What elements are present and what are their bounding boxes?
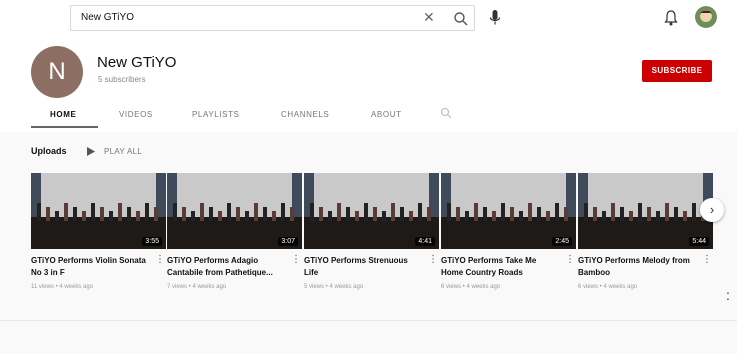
video-meta: 6 views • 4 weeks ago <box>578 284 638 290</box>
play-all-button[interactable]: PLAY ALL <box>104 147 142 156</box>
video-duration: 4:41 <box>415 237 435 246</box>
kebab-icon[interactable]: ⋮ <box>702 255 712 265</box>
video-thumbnail[interactable]: 2:45 <box>441 173 576 249</box>
subscriber-count: 5 subscribers <box>98 75 146 84</box>
video-title[interactable]: GTiYO Performs Melody from Bamboo <box>578 255 696 279</box>
tab-about[interactable]: ABOUT <box>371 110 402 119</box>
edge-glyph: : <box>726 287 730 303</box>
video-meta: 6 views • 4 weeks ago <box>441 284 501 290</box>
video-duration: 5:44 <box>689 237 709 246</box>
search-input[interactable]: New GTiYO ✕ <box>70 5 475 31</box>
avatar-image <box>695 6 717 28</box>
bell-icon[interactable] <box>663 9 679 27</box>
video-thumbnail[interactable]: 4:41 <box>304 173 439 249</box>
channel-name: New GTiYO <box>97 54 177 71</box>
kebab-icon[interactable]: ⋮ <box>565 255 575 265</box>
video-meta: 11 views • 4 weeks ago <box>31 284 94 290</box>
tab-playlists[interactable]: PLAYLISTS <box>192 110 240 119</box>
channel-header: N New GTiYO 5 subscribers SUBSCRIBE HOME… <box>0 36 737 132</box>
account-avatar[interactable] <box>695 6 717 28</box>
search-query: New GTiYO <box>81 12 134 23</box>
video-title[interactable]: GTiYO Performs Violin Sonata No 3 in F <box>31 255 149 279</box>
tab-channels[interactable]: CHANNELS <box>281 110 329 119</box>
video-meta: 5 views • 4 weeks ago <box>304 284 364 290</box>
video-thumbnail[interactable]: 5:44 <box>578 173 713 249</box>
close-icon[interactable]: ✕ <box>423 9 435 26</box>
tab-home[interactable]: HOME <box>50 110 76 119</box>
active-tab-indicator <box>31 126 98 128</box>
channel-avatar[interactable]: N <box>31 46 83 98</box>
video-duration: 3:07 <box>278 237 298 246</box>
play-icon[interactable] <box>87 147 95 156</box>
top-bar: New GTiYO ✕ <box>0 0 737 36</box>
kebab-icon[interactable]: ⋮ <box>428 255 438 265</box>
subscribe-button[interactable]: SUBSCRIBE <box>642 60 712 82</box>
search-icon[interactable] <box>453 11 469 27</box>
video-duration: 2:45 <box>552 237 572 246</box>
chevron-right-icon[interactable]: › <box>700 198 724 222</box>
kebab-icon[interactable]: ⋮ <box>291 255 301 265</box>
uploads-heading[interactable]: Uploads <box>31 146 67 156</box>
tab-videos[interactable]: VIDEOS <box>119 110 153 119</box>
video-title[interactable]: GTiYO Performs Strenuous Life <box>304 255 422 279</box>
channel-search-icon[interactable] <box>440 107 452 119</box>
video-thumbnail[interactable]: 3:55 <box>31 173 166 249</box>
video-thumbnail[interactable]: 3:07 <box>167 173 302 249</box>
microphone-icon[interactable] <box>488 9 502 27</box>
video-title[interactable]: GTiYO Performs Take Me Home Country Road… <box>441 255 559 279</box>
video-meta: 7 views • 4 weeks ago <box>167 284 227 290</box>
video-title[interactable]: GTiYO Performs Adagio Cantabile from Pat… <box>167 255 285 279</box>
kebab-icon[interactable]: ⋮ <box>155 255 165 265</box>
divider <box>0 320 737 321</box>
video-duration: 3:55 <box>142 237 162 246</box>
